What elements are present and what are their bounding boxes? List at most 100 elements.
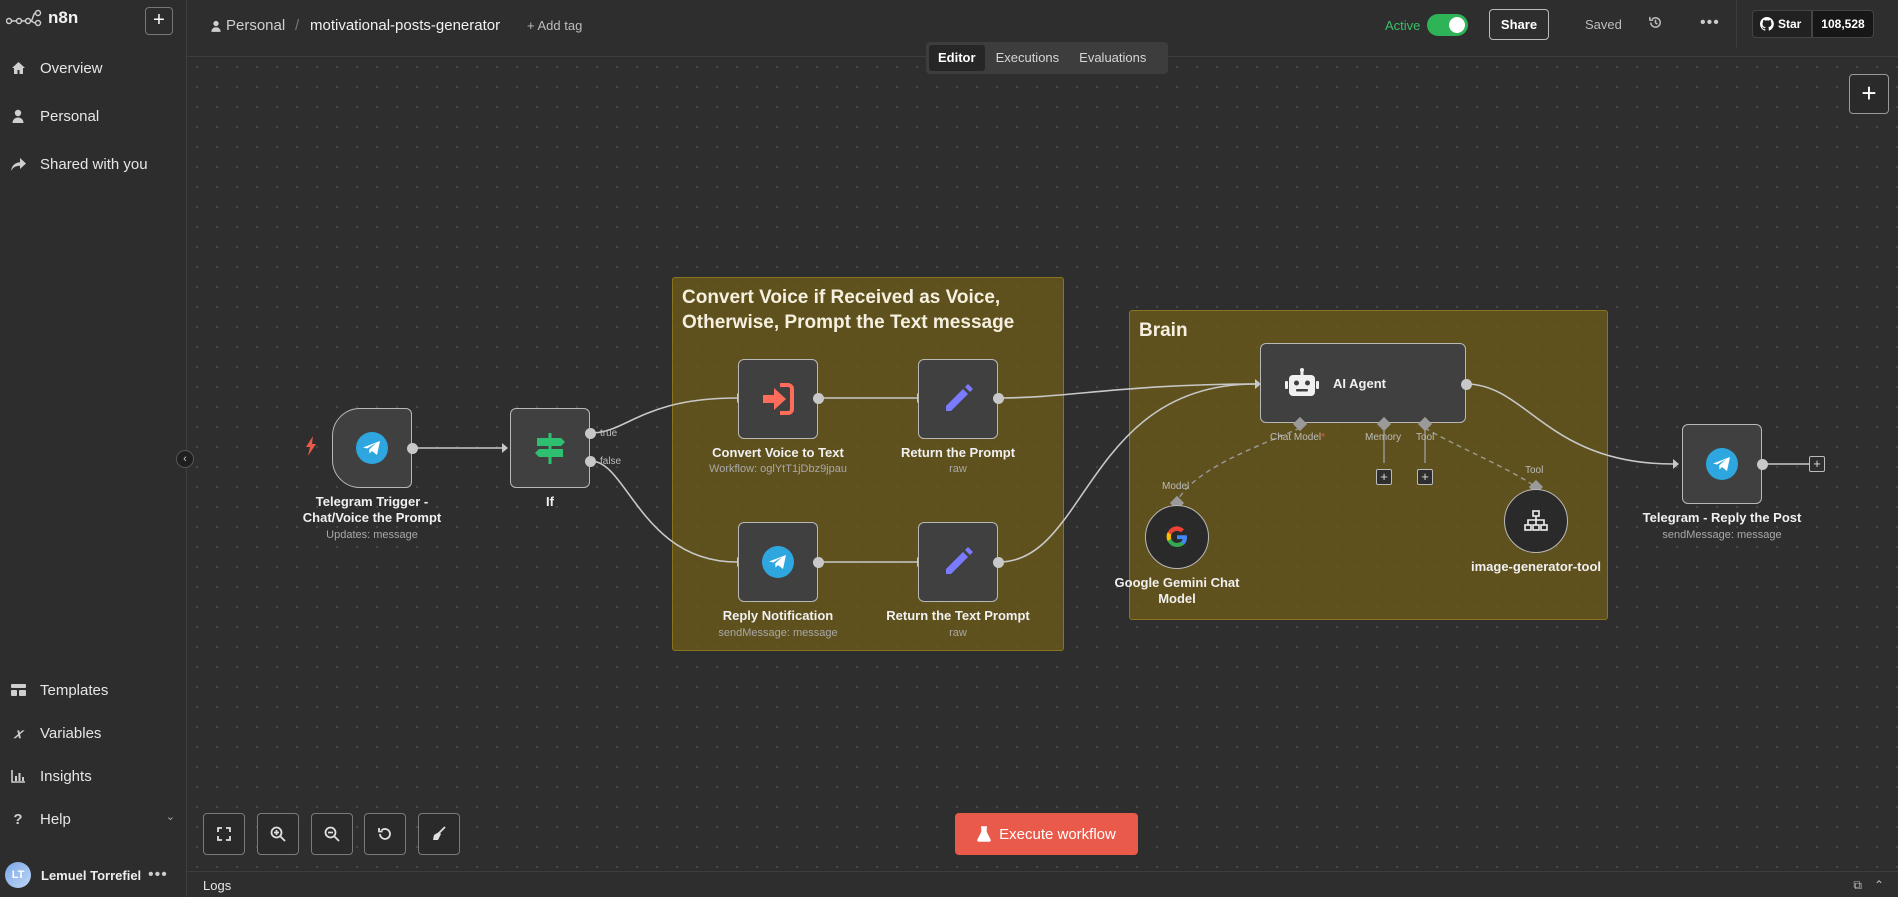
node-telegram-reply[interactable] — [1682, 424, 1762, 504]
reset-zoom-button[interactable] — [364, 813, 406, 855]
connection-agent-reply — [1465, 383, 1674, 465]
sidebar-item-shared[interactable]: Shared with you — [10, 152, 148, 176]
output-port[interactable] — [993, 557, 1004, 568]
add-node-button[interactable]: + — [1849, 74, 1889, 114]
sidebar-item-label: Help — [40, 810, 71, 828]
connection-if-false — [590, 460, 738, 563]
add-node-after-button[interactable]: + — [1809, 456, 1825, 472]
node-subtitle: sendMessage: message — [1662, 529, 1782, 541]
tab-executions[interactable]: Executions — [987, 45, 1069, 71]
node-return-text-prompt[interactable] — [918, 522, 998, 602]
node-subtitle: raw — [949, 463, 967, 475]
node-ai-agent[interactable]: AI Agent — [1260, 343, 1466, 423]
robot-icon — [1285, 368, 1319, 396]
node-google-gemini[interactable] — [1145, 505, 1209, 569]
tab-evaluations[interactable]: Evaluations — [1070, 45, 1155, 71]
node-label: Return the Prompt — [900, 445, 1016, 460]
templates-icon — [10, 682, 26, 698]
chevron-down-icon: ⌄ — [165, 811, 175, 823]
node-image-generator-tool[interactable] — [1504, 489, 1568, 553]
port-label-chat-model: Chat Model* — [1270, 432, 1326, 443]
sidebar-item-variables[interactable]: 𝑥 Variables — [10, 721, 101, 745]
node-subtitle: raw — [949, 627, 967, 639]
active-toggle[interactable] — [1427, 14, 1468, 36]
fit-view-button[interactable] — [203, 813, 245, 855]
output-port[interactable] — [1757, 459, 1768, 470]
user-profile[interactable]: LT Lemuel Torrefiel — [5, 862, 141, 888]
insights-icon — [10, 768, 26, 784]
user-menu-icon[interactable]: ••• — [148, 866, 168, 884]
saved-status: Saved — [1585, 17, 1622, 32]
connection-return-agent — [998, 383, 1256, 399]
sidebar: n8n + Overview Personal Shared with you … — [0, 0, 187, 897]
broom-icon — [433, 826, 446, 840]
n8n-logo[interactable]: n8n — [6, 8, 78, 28]
tab-editor[interactable]: Editor — [929, 45, 985, 71]
output-port[interactable] — [407, 443, 418, 454]
node-convert-voice[interactable] — [738, 359, 818, 439]
node-label: Return the Text Prompt — [886, 608, 1030, 623]
signpost-icon — [535, 433, 565, 464]
port-label-tool: Tool — [1525, 465, 1544, 476]
avatar: LT — [5, 862, 31, 888]
port-label-false: false — [600, 456, 622, 467]
sidebar-item-insights[interactable]: Insights — [10, 764, 92, 788]
trigger-bolt-icon — [305, 436, 317, 461]
node-if[interactable] — [510, 408, 590, 488]
node-label: Google Gemini Chat Model — [1114, 575, 1240, 606]
tidy-up-button[interactable] — [418, 813, 460, 855]
output-port[interactable] — [813, 393, 824, 404]
github-badge: Star 108,528 — [1736, 0, 1898, 48]
output-port-false[interactable] — [585, 456, 596, 467]
node-telegram-trigger[interactable] — [332, 408, 412, 488]
sidebar-item-templates[interactable]: Templates — [10, 678, 108, 702]
sidebar-item-label: Shared with you — [40, 155, 148, 173]
github-icon — [1760, 17, 1774, 31]
zoom-out-button[interactable] — [311, 813, 353, 855]
node-label: image-generator-tool — [1470, 559, 1601, 574]
breadcrumb-project-label: Personal — [226, 17, 286, 34]
output-port-true[interactable] — [585, 428, 596, 439]
add-tag-button[interactable]: + Add tag — [527, 18, 582, 33]
github-star-count[interactable]: 108,528 — [1812, 10, 1874, 38]
node-label: Convert Voice to Text — [712, 445, 844, 460]
output-port[interactable] — [993, 393, 1004, 404]
github-star-label: Star — [1778, 17, 1802, 31]
history-icon[interactable] — [1648, 15, 1663, 35]
telegram-icon — [1706, 448, 1738, 480]
node-subtitle: Workflow: oglYtT1jDbz9jpau — [709, 463, 847, 475]
more-options-icon[interactable]: ••• — [1700, 14, 1720, 32]
add-memory-button[interactable]: + — [1376, 469, 1392, 485]
pencil-icon — [946, 384, 973, 411]
workflow-name[interactable]: motivational-posts-generator — [310, 17, 500, 34]
logs-label: Logs — [203, 878, 232, 893]
output-port[interactable] — [1461, 379, 1472, 390]
zoom-in-button[interactable] — [257, 813, 299, 855]
workflow-canvas[interactable]: Convert Voice if Received as Voice, Othe… — [187, 57, 1898, 871]
pencil-icon — [946, 547, 973, 574]
expand-icon[interactable]: ⌃ — [1874, 878, 1884, 893]
breadcrumb-project[interactable]: Personal — [211, 17, 285, 34]
share-button[interactable]: Share — [1489, 9, 1549, 40]
node-return-prompt[interactable] — [918, 359, 998, 439]
create-button[interactable]: + — [145, 7, 173, 35]
telegram-icon — [762, 546, 794, 578]
collapse-sidebar-button[interactable]: ‹ — [176, 450, 194, 468]
node-reply-notification[interactable] — [738, 522, 818, 602]
sidebar-item-overview[interactable]: Overview — [10, 56, 103, 80]
execute-workflow-button[interactable]: Execute workflow — [955, 813, 1138, 855]
fit-view-icon — [217, 827, 231, 841]
view-tabs: Editor Executions Evaluations — [926, 42, 1168, 74]
active-label: Active — [1385, 18, 1421, 33]
github-star-button[interactable]: Star — [1752, 10, 1812, 38]
logs-panel-bar[interactable]: Logs ⧉ ⌃ — [187, 871, 1898, 897]
add-tool-button[interactable]: + — [1417, 469, 1433, 485]
undo-icon — [378, 828, 391, 840]
execute-workflow-icon — [763, 383, 794, 415]
google-icon — [1166, 526, 1187, 548]
sidebar-item-help[interactable]: ? Help ⌄ — [10, 807, 175, 831]
sidebar-item-label: Overview — [40, 59, 103, 77]
output-port[interactable] — [813, 557, 824, 568]
sidebar-item-personal[interactable]: Personal — [10, 104, 99, 128]
popout-icon[interactable]: ⧉ — [1853, 878, 1862, 893]
